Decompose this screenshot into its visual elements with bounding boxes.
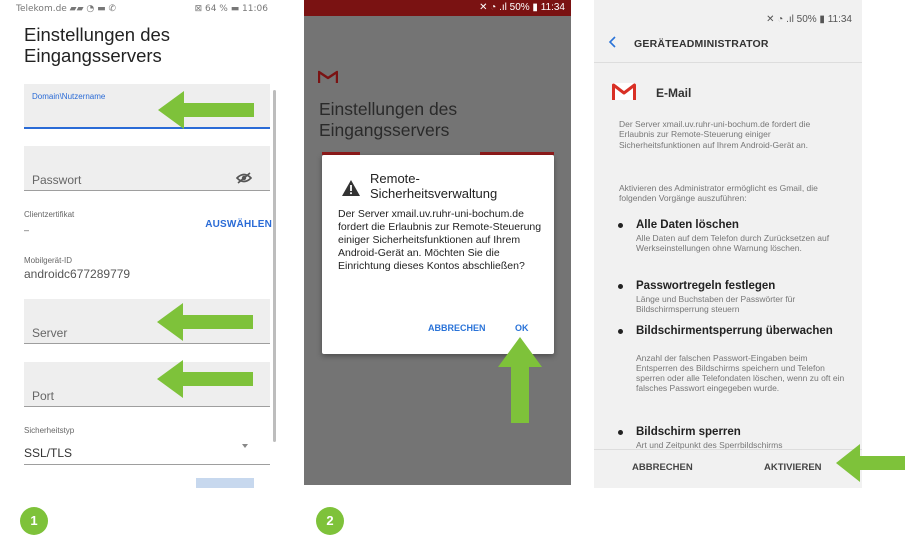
permission-title: Passwortregeln festlegen xyxy=(636,280,776,292)
next-button-partial[interactable] xyxy=(196,478,254,488)
permission-title: Bildschirm sperren xyxy=(636,426,741,438)
cancel-button[interactable]: ABBRECHEN xyxy=(428,323,486,333)
bullet-icon xyxy=(618,223,623,228)
activation-text: Aktivieren des Administrator ermöglicht … xyxy=(619,183,818,204)
status-right: ✕ ◔ .ıl 50% ▮ 11:34 xyxy=(766,14,852,25)
status-bar: ✕ ◔ .ıl 50% ▮ 11:34 xyxy=(304,0,571,16)
intro-text: Der Server xmail.uv.ruhr-uni-bochum.de f… xyxy=(619,119,811,150)
dropdown-caret-icon[interactable] xyxy=(242,444,248,448)
status-right: ✕ ◔ .ıl 50% ▮ 11:34 xyxy=(479,2,565,13)
status-right: ⊠ 64 % ▬ 11:06 xyxy=(194,4,268,14)
password-label: Passwort xyxy=(32,173,82,187)
dialog-title: Remote-Sicherheitsverwaltung xyxy=(370,171,498,201)
page-header: GERÄTEADMINISTRATOR xyxy=(634,38,769,50)
gmail-logo-icon xyxy=(612,83,636,100)
green-arrow-icon xyxy=(157,303,253,341)
client-certificate-value: – xyxy=(24,225,30,235)
step-badge: 2 xyxy=(316,507,344,535)
client-certificate-label: Clientzertifikat xyxy=(24,210,75,219)
server-label: Server xyxy=(32,326,68,340)
permission-description: Anzahl der falschen Passwort-Eingaben be… xyxy=(636,353,845,393)
green-arrow-icon xyxy=(158,91,254,129)
background-page-title: Einstellungen des Eingangsservers xyxy=(319,99,458,140)
header-divider xyxy=(594,62,862,63)
remote-security-dialog: Remote-Sicherheitsverwaltung Der Server … xyxy=(322,155,554,354)
domain-username-label: Domain\Nutzername xyxy=(32,92,106,101)
green-arrow-icon xyxy=(157,360,253,398)
permission-description: Alle Daten auf dem Telefon durch Zurücks… xyxy=(636,233,830,253)
activate-button[interactable]: AKTIVIEREN xyxy=(764,462,822,473)
status-left: Telekom.de ▰▰ ◔ ▬ ✆ xyxy=(16,4,117,14)
permission-title: Alle Daten löschen xyxy=(636,219,739,231)
tutorial-canvas: Telekom.de ▰▰ ◔ ▬ ✆ ⊠ 64 % ▬ 11:06 Einst… xyxy=(0,0,905,540)
security-type-underline xyxy=(24,464,270,465)
step-badge: 1 xyxy=(20,507,48,535)
warning-icon xyxy=(342,180,360,196)
ok-button[interactable]: OK xyxy=(515,323,529,333)
screen-incoming-server-settings: Telekom.de ▰▰ ◔ ▬ ✆ ⊠ 64 % ▬ 11:06 Einst… xyxy=(10,0,276,488)
permission-description: Länge und Buchstaben der Passwörter für … xyxy=(636,294,796,314)
security-type-label: Sicherheitstyp xyxy=(24,426,75,435)
password-field[interactable]: Passwort xyxy=(24,146,270,191)
screen-device-administrator: ✕ ◔ .ıl 50% ▮ 11:34 GERÄTEADMINISTRATOR … xyxy=(594,0,862,488)
app-name: E-Mail xyxy=(656,86,692,100)
green-arrow-up-icon xyxy=(498,337,542,423)
bullet-icon xyxy=(618,430,623,435)
cancel-button[interactable]: ABBRECHEN xyxy=(632,462,693,473)
back-chevron-icon[interactable] xyxy=(608,36,616,48)
device-id-value: androidc677289779 xyxy=(24,267,131,281)
dialog-message: Der Server xmail.uv.ruhr-uni-bochum.de f… xyxy=(338,208,542,272)
status-bar: Telekom.de ▰▰ ◔ ▬ ✆ ⊠ 64 % ▬ 11:06 xyxy=(16,4,268,16)
security-type-select[interactable]: SSL/TLS xyxy=(24,446,72,460)
choose-certificate-button[interactable]: AUSWÄHLEN xyxy=(205,219,272,230)
scrollbar[interactable] xyxy=(273,90,276,442)
green-arrow-icon xyxy=(836,444,905,482)
eye-off-icon[interactable] xyxy=(236,172,252,184)
bullet-icon xyxy=(618,329,623,334)
device-id-label: Mobilgerät-ID xyxy=(24,256,73,265)
port-label: Port xyxy=(32,389,55,403)
permission-title: Bildschirmentsperrung überwachen xyxy=(636,325,833,337)
page-title: Einstellungen des Eingangsservers xyxy=(24,24,171,66)
gmail-logo-icon xyxy=(318,70,338,83)
bullet-icon xyxy=(618,284,623,289)
